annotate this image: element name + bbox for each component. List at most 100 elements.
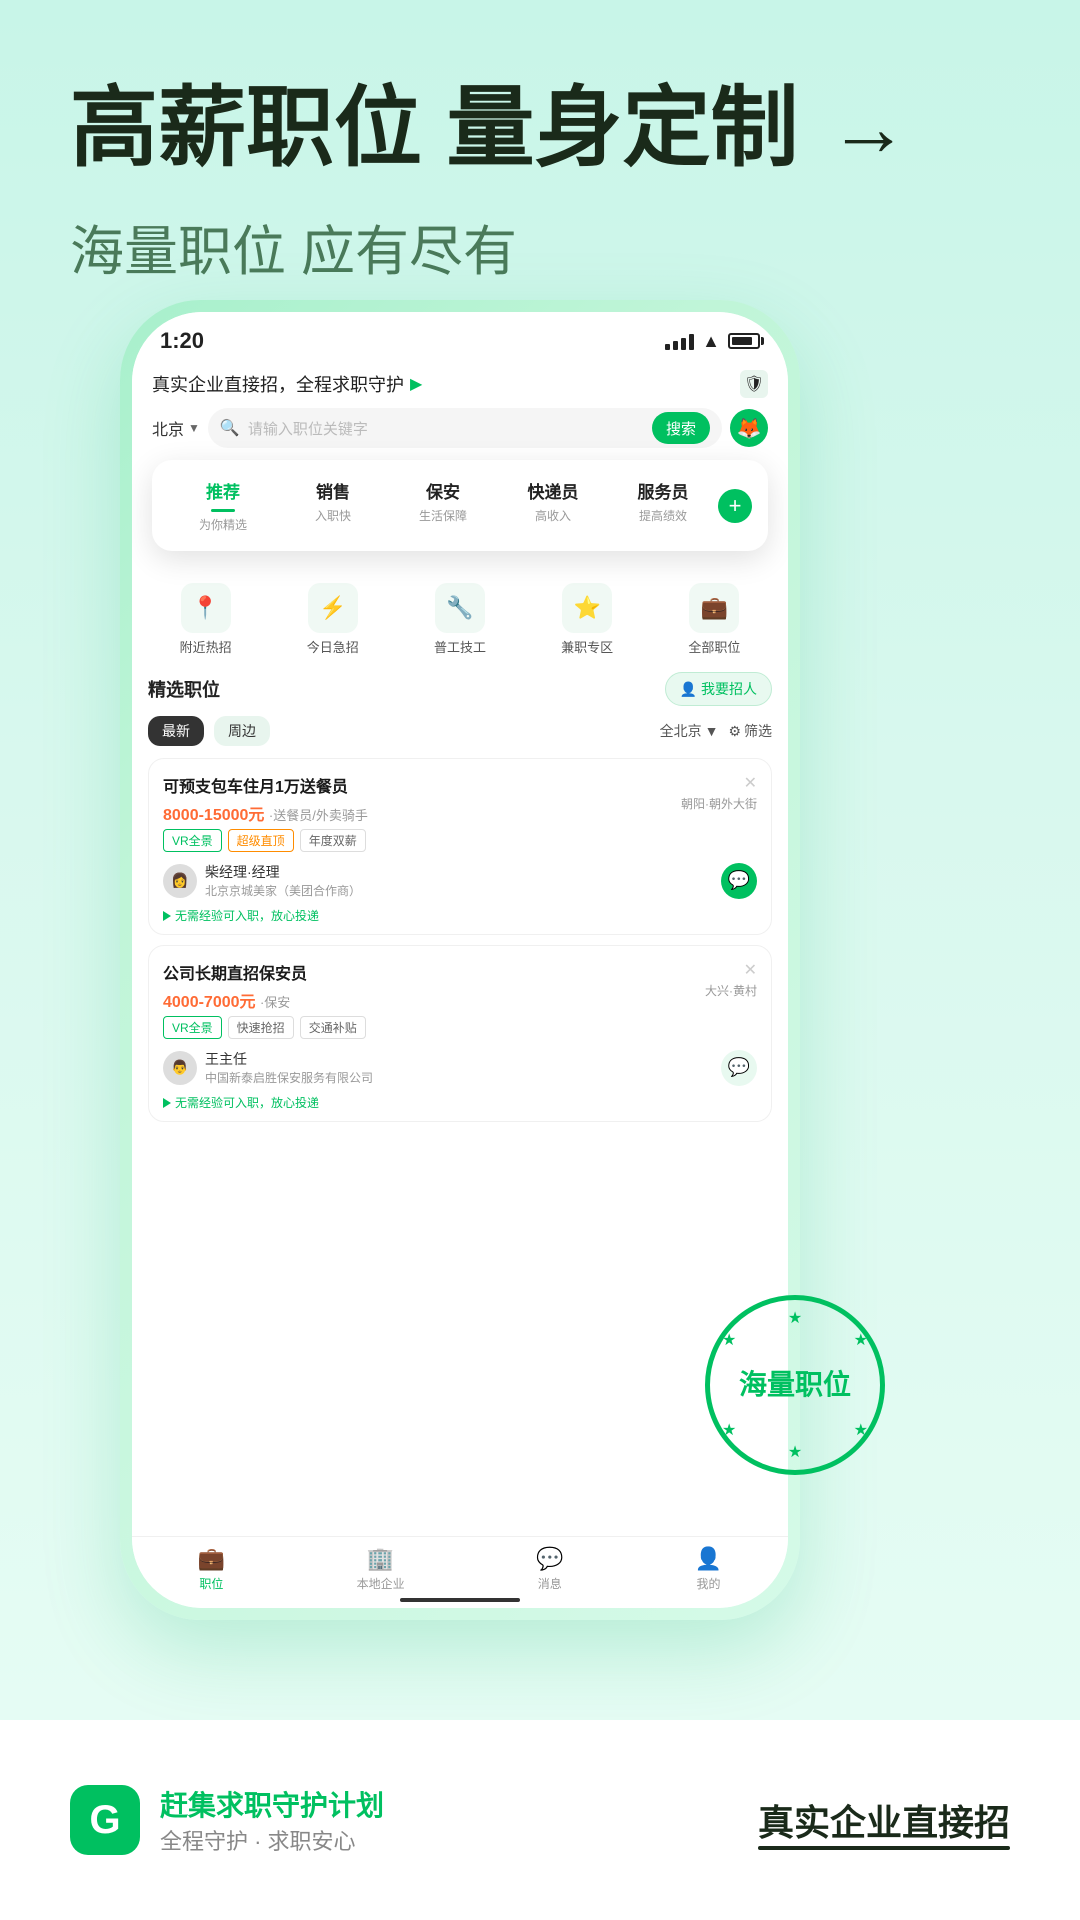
jobs-section: 精选职位 👤 我要招人 最新 周边 全北京 ▼ <box>132 664 788 1122</box>
job-1-title: 可预支包车住月1万送餐员 <box>163 773 348 797</box>
job-2-recruiter: 👨 王主任 中国新泰启胜保安服务有限公司 💬 <box>163 1049 757 1086</box>
quick-nav-parttime[interactable]: ⭐ 兼职专区 <box>561 583 613 656</box>
job-2-recruiter-info: 王主任 中国新泰启胜保安服务有限公司 <box>205 1049 713 1086</box>
job-card-1-header: 可预支包车住月1万送餐员 ✕ <box>163 773 757 797</box>
stamp-star-bottom: ★ <box>788 1442 802 1462</box>
category-item-security[interactable]: 保安 生活保障 <box>388 478 498 524</box>
job-2-location: 大兴·黄村 <box>705 982 757 999</box>
nav-messages-label: 消息 <box>538 1575 562 1592</box>
quick-nav-factory[interactable]: 🔧 普工技工 <box>434 583 486 656</box>
job-1-chat-button[interactable]: 💬 <box>721 863 757 899</box>
search-icon: 🔍 <box>220 418 240 438</box>
category-item-recommended[interactable]: 推荐 为你精选 <box>168 478 278 533</box>
job-card-2[interactable]: 公司长期直招保安员 ✕ 4000-7000元 ·保安 大兴·黄村 VR全景 快速… <box>148 945 772 1122</box>
filter-nearby[interactable]: 周边 <box>214 716 270 746</box>
search-bar[interactable]: 🔍 请输入职位关键字 搜索 <box>208 408 722 448</box>
quick-nav-all[interactable]: 💼 全部职位 <box>688 583 740 656</box>
filter-region-button[interactable]: 全北京 ▼ <box>660 721 719 741</box>
stamp-text: 海量职位 <box>739 1368 851 1402</box>
nearby-icon: 📍 <box>181 583 231 633</box>
urgent-icon: ⚡ <box>308 583 358 633</box>
main-title-text: 高薪职位 量身定制 <box>70 80 798 177</box>
status-time: 1:20 <box>160 328 204 354</box>
factory-icon: 🔧 <box>435 583 485 633</box>
region-dropdown-icon: ▼ <box>705 723 719 739</box>
guard-icon[interactable]: 🛡 <box>740 370 768 398</box>
category-item-delivery[interactable]: 快递员 高收入 <box>498 478 608 524</box>
nav-messages-icon: 💬 <box>536 1546 563 1572</box>
nav-jobs[interactable]: 💼 职位 <box>198 1546 225 1592</box>
app-header: 真实企业直接招，全程求职守护 ▶ 🛡 北京 ▼ 🔍 请输入职位关键字 <box>132 362 788 458</box>
job-1-tag-bonus: 年度双薪 <box>300 829 366 852</box>
job-2-title: 公司长期直招保安员 <box>163 960 307 984</box>
add-category-button[interactable]: + <box>718 489 752 523</box>
job-2-close-icon[interactable]: ✕ <box>744 960 757 980</box>
footer-logo: G <box>70 1785 140 1855</box>
main-title-row: 高薪职位 量身定制 → <box>70 80 1010 177</box>
job-card-2-header: 公司长期直招保安员 ✕ <box>163 960 757 984</box>
arrow-right-icon[interactable]: → <box>828 84 908 172</box>
category-item-service[interactable]: 服务员 提高绩效 <box>608 478 718 524</box>
stamp-circle: 海量职位 ★ ★ ★ ★ ★ ★ <box>705 1295 885 1475</box>
signal-icon <box>665 332 694 350</box>
job-2-tag-transport: 交通补贴 <box>300 1016 366 1039</box>
search-button[interactable]: 搜索 <box>652 412 710 444</box>
job-1-tag-vr: VR全景 <box>163 829 222 852</box>
nav-companies[interactable]: 🏢 本地企业 <box>357 1546 405 1592</box>
filter-options-button[interactable]: ⚙ 筛选 <box>728 721 772 741</box>
user-avatar[interactable]: 🦊 <box>730 409 768 447</box>
job-1-tags: VR全景 超级直顶 年度双薪 <box>163 829 757 852</box>
bottom-nav: 💼 职位 🏢 本地企业 💬 消息 👤 我的 <box>132 1536 788 1608</box>
job-2-tag-vr: VR全景 <box>163 1016 222 1039</box>
nav-profile-label: 我的 <box>697 1575 721 1592</box>
category-item-sales[interactable]: 销售 入职快 <box>278 478 388 524</box>
stamp-star-br: ★ <box>854 1420 868 1440</box>
nav-companies-icon: 🏢 <box>367 1546 394 1572</box>
job-1-tag-top: 超级直顶 <box>228 829 294 852</box>
job-1-recruiter-avatar: 👩 <box>163 864 197 898</box>
filter-newest[interactable]: 最新 <box>148 716 204 746</box>
quick-nav-urgent[interactable]: ⚡ 今日急招 <box>307 583 359 656</box>
job-2-tags: VR全景 快速抢招 交通补贴 <box>163 1016 757 1039</box>
job-1-recruiter: 👩 柴经理·经理 北京京城美家（美团合作商） 💬 <box>163 862 757 899</box>
hire-icon: 👤 <box>680 681 697 698</box>
job-2-chat-button[interactable]: 💬 <box>721 1050 757 1086</box>
jobs-header: 精选职位 👤 我要招人 <box>148 672 772 706</box>
nav-profile-icon: 👤 <box>695 1546 722 1572</box>
job-1-apply-hint: 无需经验可入职，放心投递 <box>163 907 757 924</box>
job-1-close-icon[interactable]: ✕ <box>744 773 757 793</box>
job-1-salary: 8000-15000元 ·送餐员/外卖骑手 <box>163 801 757 825</box>
phone-outer-frame: 1:20 ▲ <box>120 300 800 1620</box>
job-1-recruiter-name: 柴经理·经理 <box>205 862 713 882</box>
search-row: 北京 ▼ 🔍 请输入职位关键字 搜索 🦊 <box>152 408 768 448</box>
parttime-icon: ⭐ <box>562 583 612 633</box>
job-2-tag-fast: 快速抢招 <box>228 1016 294 1039</box>
location-button[interactable]: 北京 ▼ <box>152 416 200 440</box>
job-1-location: 朝阳·朝外大街 <box>681 795 757 812</box>
location-dropdown-icon: ▼ <box>188 421 200 435</box>
status-icons: ▲ <box>665 331 760 352</box>
job-1-recruiter-info: 柴经理·经理 北京京城美家（美团合作商） <box>205 862 713 899</box>
phone-mockup: 1:20 ▲ <box>120 300 870 1680</box>
category-tabs: 推荐 为你精选 销售 入职快 保安 生活保障 <box>168 478 752 533</box>
battery-icon <box>728 333 760 349</box>
job-2-company: 中国新泰启胜保安服务有限公司 <box>205 1069 713 1086</box>
footer: G 赶集求职守护计划 全程守护 · 求职安心 真实企业直接招 <box>0 1720 1080 1920</box>
sub-title: 海量职位 应有尽有 <box>70 207 1010 286</box>
hire-button[interactable]: 👤 我要招人 <box>665 672 772 706</box>
jobs-section-title: 精选职位 <box>148 676 220 702</box>
job-card-1[interactable]: 可预支包车住月1万送餐员 ✕ 8000-15000元 ·送餐员/外卖骑手 朝阳·… <box>148 758 772 935</box>
job-2-salary: 4000-7000元 ·保安 <box>163 988 757 1012</box>
home-indicator <box>400 1598 520 1602</box>
filter-icon: ⚙ <box>728 723 741 740</box>
status-bar: 1:20 ▲ <box>132 312 788 362</box>
nav-companies-label: 本地企业 <box>357 1575 405 1592</box>
stamp-star-tr: ★ <box>854 1330 868 1350</box>
nav-messages[interactable]: 💬 消息 <box>536 1546 563 1592</box>
job-2-apply-hint: 无需经验可入职，放心投递 <box>163 1094 757 1111</box>
search-placeholder-text: 请输入职位关键字 <box>248 418 644 439</box>
quick-nav-nearby[interactable]: 📍 附近热招 <box>180 583 232 656</box>
footer-slogan: 全程守护 · 求职安心 <box>160 1824 384 1856</box>
nav-profile[interactable]: 👤 我的 <box>695 1546 722 1592</box>
tagline-arrow-icon[interactable]: ▶ <box>410 374 422 394</box>
